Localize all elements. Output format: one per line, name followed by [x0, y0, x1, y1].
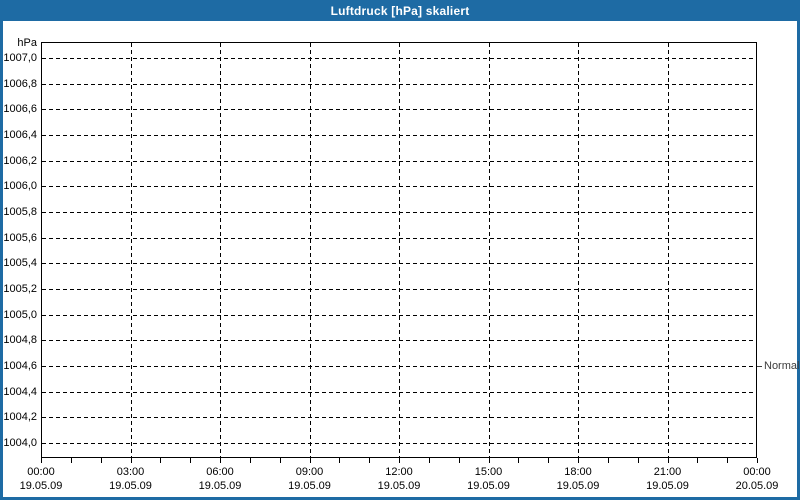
y-axis-unit-label: hPa: [0, 36, 37, 50]
v-gridline: [399, 43, 400, 457]
x-tick-time-label: 12:00: [364, 466, 434, 479]
normal-marker-tick: [757, 366, 762, 367]
v-gridline: [220, 43, 221, 457]
x-axis-minor-tick: [160, 458, 161, 463]
title-bar: Luftdruck [hPa] skaliert: [0, 0, 800, 21]
y-tick-label: 1006,4: [0, 128, 37, 142]
x-axis-minor-tick: [190, 458, 191, 463]
y-tick-label: 1006,2: [0, 154, 37, 168]
x-tick-date-label: 19.05.09: [185, 480, 255, 493]
x-tick-time-label: 03:00: [96, 466, 166, 479]
x-tick-date-label: 19.05.09: [275, 480, 345, 493]
y-tick-label: 1005,4: [0, 256, 37, 270]
x-axis-minor-tick: [369, 458, 370, 463]
x-axis-minor-tick: [578, 458, 579, 463]
x-axis-minor-tick: [71, 458, 72, 463]
x-tick-date-label: 20.05.09: [722, 480, 792, 493]
x-axis-minor-tick: [250, 458, 251, 463]
y-tick-label: 1006,8: [0, 77, 37, 91]
x-tick-time-label: 18:00: [543, 466, 613, 479]
x-tick-date-label: 19.05.09: [633, 480, 703, 493]
y-tick-label: 1004,0: [0, 436, 37, 450]
plot-area: [41, 42, 757, 458]
x-axis-minor-tick: [131, 458, 132, 463]
x-tick-time-label: 06:00: [185, 466, 255, 479]
x-tick-time-label: 15:00: [454, 466, 524, 479]
x-tick-time-label: 00:00: [722, 466, 792, 479]
y-tick-label: 1004,8: [0, 333, 37, 347]
v-gridline: [131, 43, 132, 457]
x-axis-minor-tick: [459, 458, 460, 463]
y-tick-label: 1004,2: [0, 410, 37, 424]
x-axis-minor-tick: [727, 458, 728, 463]
x-tick-time-label: 09:00: [275, 466, 345, 479]
x-tick-time-label: 21:00: [633, 466, 703, 479]
y-tick-label: 1007,0: [0, 51, 37, 65]
x-axis-minor-tick: [608, 458, 609, 463]
y-tick-label: 1004,4: [0, 385, 37, 399]
x-tick-time-label: 00:00: [6, 466, 76, 479]
v-gridline: [668, 43, 669, 457]
x-axis-minor-tick: [101, 458, 102, 463]
y-tick-label: 1005,6: [0, 231, 37, 245]
x-axis-minor-tick: [668, 458, 669, 463]
x-axis-minor-tick: [429, 458, 430, 463]
x-tick-date-label: 19.05.09: [96, 480, 166, 493]
v-gridline: [578, 43, 579, 457]
x-axis-minor-tick: [518, 458, 519, 463]
x-axis-minor-tick: [548, 458, 549, 463]
x-tick-date-label: 19.05.09: [454, 480, 524, 493]
x-axis-minor-tick: [697, 458, 698, 463]
x-tick-date-label: 19.05.09: [364, 480, 434, 493]
chart-window: Luftdruck [hPa] skaliert hPa 1007,0 1006,…: [0, 0, 800, 500]
x-axis-minor-tick: [489, 458, 490, 463]
x-tick-date-label: 19.05.09: [543, 480, 613, 493]
x-axis-minor-tick: [757, 458, 758, 463]
x-axis-minor-tick: [280, 458, 281, 463]
y-tick-label: 1005,8: [0, 205, 37, 219]
y-tick-label: 1006,0: [0, 179, 37, 193]
window-title: Luftdruck [hPa] skaliert: [331, 4, 470, 18]
y-tick-label: 1005,0: [0, 308, 37, 322]
x-axis-minor-tick: [399, 458, 400, 463]
y-tick-label: 1004,6: [0, 359, 37, 373]
normal-annotation-label: Normal: [764, 359, 799, 373]
v-gridline: [489, 43, 490, 457]
x-tick-date-label: 19.05.09: [6, 480, 76, 493]
x-axis-minor-tick: [339, 458, 340, 463]
x-axis-minor-tick: [41, 458, 42, 463]
v-gridline: [310, 43, 311, 457]
y-tick-label: 1006,6: [0, 102, 37, 116]
x-axis-minor-tick: [310, 458, 311, 463]
x-axis-minor-tick: [638, 458, 639, 463]
y-tick-label: 1005,2: [0, 282, 37, 296]
x-axis-minor-tick: [220, 458, 221, 463]
